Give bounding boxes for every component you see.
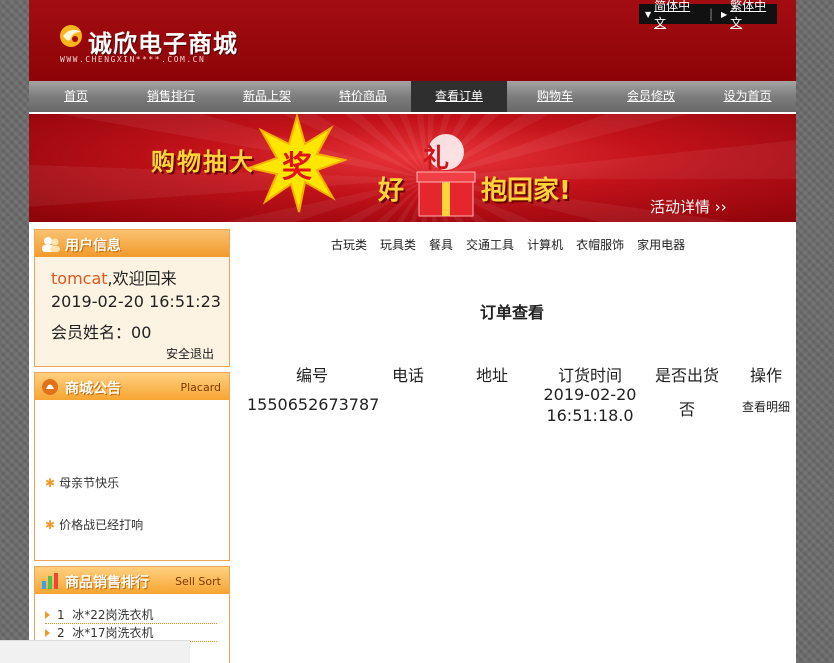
- event-details-link[interactable]: 活动详情 ››: [650, 196, 727, 217]
- page-container: 诚欣电子商城 WWW.CHENGXIN****.COM.CN ▼ 简体中文 | …: [29, 0, 796, 663]
- nav-item-view-orders[interactable]: 查看订单: [411, 81, 507, 112]
- user-info-header: 用户信息: [35, 230, 229, 257]
- logout-link[interactable]: 安全退出: [166, 345, 214, 362]
- bell-icon: [42, 379, 58, 395]
- column-header-order-time: 订货时间: [557, 366, 622, 385]
- user-info-box: 用户信息 tomcat,欢迎回来 2019-02-20 16:51:23 会员姓…: [34, 229, 230, 367]
- member-name-line: 会员姓名：00: [51, 319, 151, 343]
- category-computers[interactable]: 计算机: [527, 236, 563, 253]
- rank-item-name: 冰*17岗洗衣机: [72, 626, 154, 640]
- banner-good-word: 好: [378, 176, 405, 206]
- category-apparel[interactable]: 衣帽服饰: [576, 236, 624, 253]
- promo-banner[interactable]: 购物抽大 奖 好 礼 抱回家! 活动详情 ››: [29, 114, 796, 222]
- nav-item-member-edit[interactable]: 会员修改: [603, 81, 699, 112]
- notice-item[interactable]: ✱ 母亲节快乐: [45, 474, 119, 491]
- rank-number: 1: [57, 608, 65, 622]
- column-header-shipped: 是否出货: [654, 366, 719, 385]
- notice-item-label: 母亲节快乐: [59, 476, 120, 490]
- welcome-line: tomcat,欢迎回来: [51, 265, 177, 289]
- category-tableware[interactable]: 餐具: [429, 236, 453, 253]
- login-time: 2019-02-20 16:51:23: [51, 292, 221, 311]
- caret-down-icon: ▼: [645, 9, 652, 19]
- notice-item-label: 价格战已经打响: [59, 518, 144, 532]
- users-icon: [42, 237, 60, 252]
- rank-item-name: 冰*22岗洗衣机: [72, 608, 154, 622]
- caret-right-icon: ▶: [721, 9, 728, 19]
- lang-traditional-link[interactable]: 繁体中文: [730, 0, 777, 31]
- logo-url: WWW.CHENGXIN****.COM.CN: [60, 55, 206, 64]
- banner-gift-word: 礼: [423, 144, 450, 174]
- bar-chart-icon: [42, 573, 58, 589]
- rank-number: 2: [57, 626, 65, 640]
- member-name-label: 会员姓名：: [51, 323, 132, 342]
- logo-icon: [60, 25, 82, 47]
- arrow-right-icon: [45, 611, 50, 619]
- category-toys[interactable]: 玩具类: [380, 236, 416, 253]
- column-header-phone: 电话: [391, 366, 424, 385]
- notice-item[interactable]: ✱ 价格战已经打响: [45, 516, 143, 533]
- nav-item-set-homepage[interactable]: 设为首页: [699, 81, 796, 112]
- banner-headline: 购物抽大: [151, 148, 255, 176]
- nav-item-sales-rank[interactable]: 销售排行: [123, 81, 219, 112]
- sales-rank-title-en: Sell Sort: [175, 575, 221, 588]
- horizontal-scrollbar[interactable]: [0, 640, 190, 663]
- category-appliances[interactable]: 家用电器: [637, 236, 685, 253]
- column-header-id: 编号: [295, 366, 328, 385]
- welcome-text: ,欢迎回来: [107, 269, 177, 288]
- star-icon: ✱: [45, 518, 56, 532]
- site-header: 诚欣电子商城 WWW.CHENGXIN****.COM.CN ▼ 简体中文 | …: [29, 0, 796, 81]
- username: tomcat: [51, 269, 108, 288]
- category-bar: 古玩类 玩具类 餐具 交通工具 计算机 衣帽服饰 家用电器: [331, 236, 698, 253]
- language-bar: ▼ 简体中文 | ▶ 繁体中文: [639, 0, 777, 30]
- sales-rank-header: 商品销售排行 Sell Sort: [35, 567, 229, 594]
- order-clock: 16:51:18.0: [546, 406, 634, 425]
- nav-item-specials[interactable]: 特价商品: [315, 81, 411, 112]
- arrow-right-icon: [45, 629, 50, 637]
- lang-simplified-link[interactable]: 简体中文: [654, 0, 701, 31]
- order-shipped: 否: [678, 400, 695, 419]
- user-info-title: 用户信息: [65, 238, 121, 254]
- notice-box: 商城公告 Placard ✱ 母亲节快乐 ✱ 价格战已经打响: [34, 372, 230, 561]
- banner-take-home: 抱回家!: [481, 176, 571, 206]
- logo-title: 诚欣电子商城: [88, 30, 238, 58]
- star-icon: ✱: [45, 476, 56, 490]
- category-antiques[interactable]: 古玩类: [331, 236, 367, 253]
- column-header-address: 地址: [475, 366, 508, 385]
- order-date: 2019-02-20: [543, 385, 637, 404]
- nav-item-home[interactable]: 首页: [29, 81, 123, 112]
- divider: |: [708, 7, 714, 21]
- order-id: 1550652673787: [247, 395, 380, 414]
- rank-item[interactable]: 1 冰*22岗洗衣机: [45, 606, 217, 624]
- notice-title: 商城公告: [65, 381, 121, 397]
- view-details-link[interactable]: 查看明细: [723, 398, 796, 415]
- notice-title-en: Placard: [180, 381, 221, 394]
- sales-rank-title: 商品销售排行: [65, 575, 149, 591]
- notice-header: 商城公告 Placard: [35, 373, 229, 400]
- main-nav: 首页 销售排行 新品上架 特价商品 查看订单 购物车 会员修改 设为首页: [29, 81, 796, 112]
- nav-item-new-arrivals[interactable]: 新品上架: [219, 81, 315, 112]
- column-header-action: 操作: [749, 366, 782, 385]
- nav-item-cart[interactable]: 购物车: [507, 81, 603, 112]
- member-name-value: 00: [131, 323, 152, 342]
- category-transport[interactable]: 交通工具: [466, 236, 514, 253]
- banner-prize-word: 奖: [282, 150, 312, 185]
- page-title: 订单查看: [480, 303, 545, 322]
